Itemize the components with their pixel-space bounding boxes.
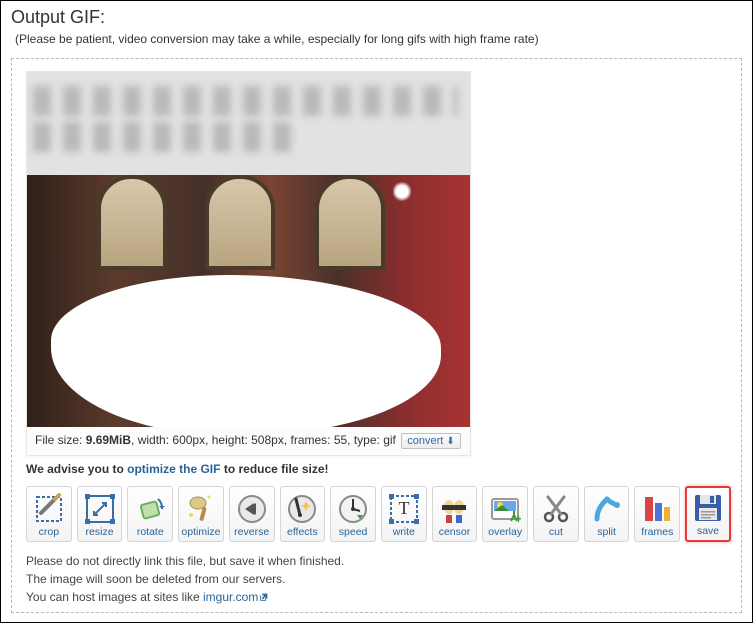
rotate-button[interactable]: rotate bbox=[127, 486, 173, 542]
reverse-button[interactable]: reverse bbox=[229, 486, 275, 542]
save-icon bbox=[692, 492, 724, 524]
rotate-icon bbox=[134, 493, 166, 525]
tool-toolbar: crop resize rotate optimize reverse effects sp… bbox=[26, 486, 731, 542]
imgur-link[interactable]: imgur.com bbox=[203, 590, 258, 604]
advice-pre: We advise you to bbox=[26, 462, 127, 476]
cut-label: cut bbox=[549, 527, 563, 538]
write-label: write bbox=[393, 527, 415, 538]
filesize-value: 9.69MiB bbox=[86, 433, 131, 447]
frames-button[interactable]: frames bbox=[634, 486, 680, 542]
filesize-label: File size: bbox=[35, 433, 82, 447]
frames-label: frames bbox=[641, 527, 673, 538]
optimize-label: optimize bbox=[181, 527, 220, 538]
speed-button[interactable]: speed bbox=[330, 486, 376, 542]
cut-button[interactable]: cut bbox=[533, 486, 579, 542]
optimize-button[interactable]: optimize bbox=[178, 486, 224, 542]
resize-icon bbox=[84, 493, 116, 525]
note-line-3-pre: You can host images at sites like bbox=[26, 590, 203, 604]
speed-icon bbox=[337, 493, 369, 525]
convert-button[interactable]: convert ⬇ bbox=[401, 433, 461, 449]
gif-preview-card: File size: 9.69MiB, width: 600px, height… bbox=[26, 71, 471, 456]
censor-label: censor bbox=[439, 527, 471, 538]
write-button[interactable]: Twrite bbox=[381, 486, 427, 542]
overlay-button[interactable]: + overlay bbox=[482, 486, 528, 542]
split-label: split bbox=[597, 527, 616, 538]
gif-preview[interactable] bbox=[27, 72, 470, 427]
dimensions-text: , width: 600px, height: 508px, frames: 5… bbox=[131, 433, 396, 447]
caption-blurred bbox=[27, 72, 470, 175]
resize-button[interactable]: resize bbox=[77, 486, 123, 542]
censor-overlay bbox=[51, 275, 441, 427]
advice-post: to reduce file size! bbox=[220, 462, 328, 476]
cut-icon bbox=[540, 493, 572, 525]
optimize-icon bbox=[185, 493, 217, 525]
optimize-gif-link[interactable]: optimize the GIF bbox=[127, 462, 220, 476]
crop-icon bbox=[33, 493, 65, 525]
crop-label: crop bbox=[39, 527, 59, 538]
split-icon bbox=[591, 493, 623, 525]
effects-label: effects bbox=[287, 527, 318, 538]
save-button[interactable]: save bbox=[685, 486, 731, 542]
section-title: Output GIF: bbox=[11, 7, 742, 28]
overlay-label: overlay bbox=[488, 527, 522, 538]
speed-label: speed bbox=[339, 527, 368, 538]
effects-icon bbox=[286, 493, 318, 525]
output-panel: File size: 9.69MiB, width: 600px, height… bbox=[11, 58, 742, 613]
split-button[interactable]: split bbox=[584, 486, 630, 542]
footer-notes: Please do not directly link this file, b… bbox=[26, 552, 731, 606]
svg-text:T: T bbox=[398, 498, 409, 518]
svg-text:+: + bbox=[515, 512, 521, 525]
frames-icon bbox=[641, 493, 673, 525]
page-container: Output GIF: (Please be patient, video co… bbox=[0, 0, 753, 623]
save-label: save bbox=[697, 526, 719, 537]
censor-icon bbox=[438, 493, 470, 525]
resize-label: resize bbox=[86, 527, 114, 538]
external-link-icon bbox=[259, 592, 269, 602]
effects-button[interactable]: effects bbox=[280, 486, 326, 542]
gif-scene bbox=[27, 175, 470, 427]
censor-button[interactable]: censor bbox=[432, 486, 478, 542]
note-line-1: Please do not directly link this file, b… bbox=[26, 552, 731, 570]
gif-metadata: File size: 9.69MiB, width: 600px, height… bbox=[27, 427, 470, 455]
note-line-2: The image will soon be deleted from our … bbox=[26, 570, 731, 588]
reverse-icon bbox=[236, 493, 268, 525]
optimize-advice: We advise you to optimize the GIF to red… bbox=[26, 462, 731, 476]
rotate-label: rotate bbox=[137, 527, 164, 538]
note-line-3: You can host images at sites like imgur.… bbox=[26, 588, 731, 606]
write-icon: T bbox=[388, 493, 420, 525]
section-subtitle: (Please be patient, video conversion may… bbox=[15, 32, 742, 46]
reverse-label: reverse bbox=[234, 527, 269, 538]
download-icon: ⬇ bbox=[446, 436, 454, 447]
convert-button-label: convert bbox=[407, 435, 443, 447]
crop-button[interactable]: crop bbox=[26, 486, 72, 542]
overlay-icon: + bbox=[489, 493, 521, 525]
